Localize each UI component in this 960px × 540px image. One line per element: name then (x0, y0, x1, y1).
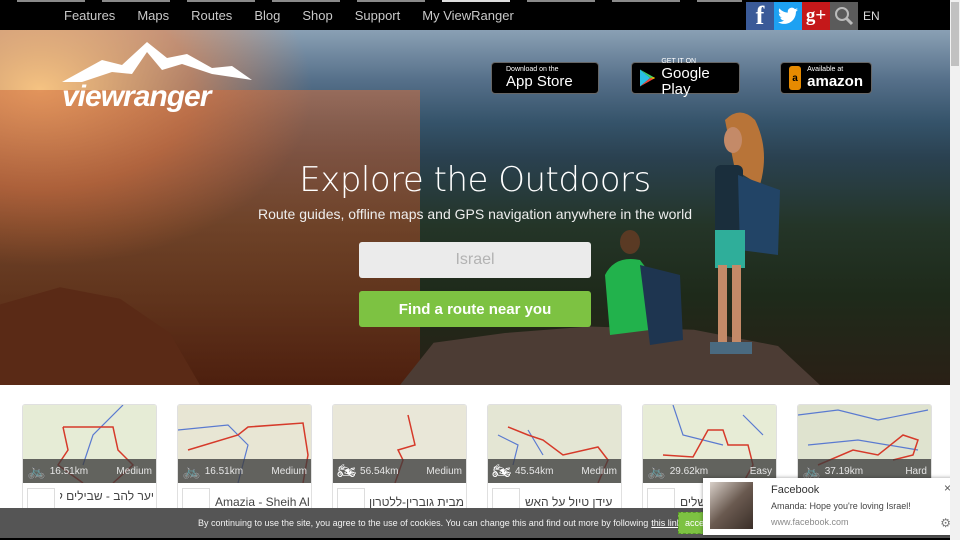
google-play-badge[interactable]: GET IT ON Google Play (631, 58, 740, 98)
hero-section: viewranger Download on the App Store GET… (0, 30, 950, 385)
app-store-badges: Download on the App Store GET IT ON Goog… (0, 58, 950, 98)
page-scrollbar[interactable] (950, 0, 960, 540)
badge-big-text: amazon (807, 73, 863, 90)
notification-body: Amanda: Hope you're loving Israel! (771, 501, 911, 511)
motorbike-icon: 🏍 (337, 463, 357, 480)
route-distance: 37.19km (824, 465, 864, 477)
route-name[interactable]: יער להב - שבילים לבנות 16.5 ק"מ (60, 489, 154, 503)
nav-blog[interactable]: Blog (254, 8, 280, 24)
stripe (442, 0, 510, 2)
stripe (527, 0, 595, 2)
route-difficulty: Hard (905, 465, 927, 477)
twitter-icon[interactable] (774, 2, 802, 30)
stripe (357, 0, 425, 2)
stripe (102, 0, 170, 2)
stripe (697, 0, 742, 2)
hero-hiker-standing (710, 112, 780, 354)
route-card[interactable]: 🏍 56.54km Medium מבית גוברין-ללטרון (332, 404, 467, 524)
cycling-icon: 🚲 (27, 463, 46, 480)
hero-hiker-sitting (605, 230, 683, 345)
nav-shop[interactable]: Shop (302, 8, 332, 24)
main-nav: Features Maps Routes Blog Shop Support M… (64, 8, 536, 24)
stripe (612, 0, 680, 2)
route-distance: 29.62km (669, 465, 709, 477)
facebook-notification[interactable]: Facebook Amanda: Hope you're loving Isra… (703, 478, 957, 535)
route-name[interactable]: מבית גוברין-ללטרון (370, 495, 464, 509)
nav-support[interactable]: Support (355, 8, 401, 24)
stripe (17, 0, 85, 2)
nav-maps[interactable]: Maps (137, 8, 169, 24)
nav-features[interactable]: Features (64, 8, 115, 24)
route-distance: 16.51km (49, 465, 89, 477)
route-card[interactable]: 🚲 16.51km Medium Amazia - Sheih Ali (177, 404, 312, 524)
cycling-icon: 🚲 (182, 463, 201, 480)
route-distance: 56.54km (360, 465, 399, 477)
route-name[interactable]: עידן טיול על האש (525, 495, 619, 509)
route-info-bar: 🚲 16.51km Medium (178, 459, 311, 483)
find-route-button[interactable]: Find a route near you (359, 291, 591, 327)
route-distance: 45.54km (515, 465, 554, 477)
stripe (272, 0, 340, 2)
route-info-bar: 🏍 45.54km Medium (488, 459, 621, 483)
route-difficulty: Easy (749, 465, 772, 477)
facebook-icon[interactable]: f (746, 1, 774, 30)
stripe (187, 0, 255, 2)
search-icon[interactable] (830, 2, 858, 30)
hero-subtitle: Route guides, offline maps and GPS navig… (257, 206, 692, 222)
location-search-input[interactable] (359, 242, 591, 278)
cookie-policy-link[interactable]: this link (651, 518, 681, 528)
route-difficulty: Medium (116, 465, 152, 477)
route-info-bar: 🚲 16.51km Medium (23, 459, 156, 483)
notification-avatar (710, 482, 753, 529)
route-distance: 16.51km (204, 465, 244, 477)
scrollbar-thumb[interactable] (951, 2, 959, 66)
route-card[interactable]: 🚲 16.51km Medium יער להב - שבילים לבנות … (22, 404, 157, 524)
motorbike-icon: 🏍 (492, 463, 512, 480)
app-store-badge[interactable]: Download on the App Store (491, 62, 599, 94)
route-difficulty: Medium (271, 465, 307, 477)
cookie-text: By continuing to use the site, you agree… (198, 518, 649, 528)
notification-source: www.facebook.com (771, 517, 849, 527)
google-play-icon (640, 69, 656, 87)
route-card[interactable]: 🏍 45.54km Medium עידן טיול על האש (487, 404, 622, 524)
amazon-badge[interactable]: a Available at amazon (780, 62, 872, 94)
nav-my-viewranger[interactable]: My ViewRanger (422, 8, 514, 24)
route-difficulty: Medium (581, 465, 617, 477)
badge-big-text: App Store (506, 73, 573, 90)
google-plus-icon[interactable]: g+ (802, 2, 830, 30)
cycling-icon: 🚲 (647, 463, 666, 480)
top-nav-bar: Features Maps Routes Blog Shop Support M… (0, 0, 950, 30)
route-difficulty: Medium (426, 465, 462, 477)
badge-big-text: Google Play (661, 65, 710, 98)
language-selector[interactable]: EN (863, 9, 880, 23)
nav-routes[interactable]: Routes (191, 8, 232, 24)
notification-title: Facebook (771, 484, 820, 496)
route-info-bar: 🏍 56.54km Medium (333, 459, 466, 483)
route-name[interactable]: Amazia - Sheih Ali (215, 495, 309, 509)
hero-title: Explore the Outdoors (299, 160, 651, 200)
amazon-app-icon: a (789, 66, 802, 90)
social-links: f g+ (746, 1, 858, 30)
